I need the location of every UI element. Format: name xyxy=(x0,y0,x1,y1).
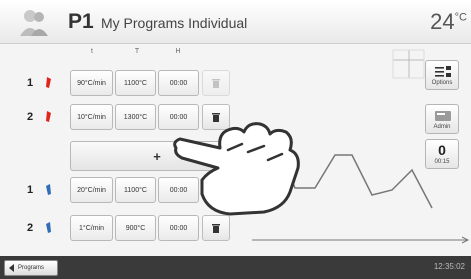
clock: 12:35:02 xyxy=(433,262,465,271)
admin-icon xyxy=(435,111,451,121)
back-arrow-icon xyxy=(9,264,14,272)
counter-button[interactable]: 0 00:15 xyxy=(425,139,459,169)
options-icon xyxy=(435,66,451,77)
crosshair-icon xyxy=(392,49,425,79)
options-button[interactable]: Options xyxy=(425,60,459,90)
hand-pointer-icon xyxy=(173,122,300,216)
programs-label: Programs xyxy=(18,265,45,271)
admin-button[interactable]: Admin xyxy=(425,104,459,134)
footer-bar xyxy=(0,256,471,279)
furnace-screen: P1 My Programs Individual 24°C t T H 1 9… xyxy=(0,0,471,279)
programs-back-button[interactable]: Programs xyxy=(4,260,58,276)
options-label: Options xyxy=(431,80,453,86)
counter-time: 00:15 xyxy=(434,159,450,165)
counter-value: 0 xyxy=(438,142,446,158)
admin-label: Admin xyxy=(433,124,451,130)
